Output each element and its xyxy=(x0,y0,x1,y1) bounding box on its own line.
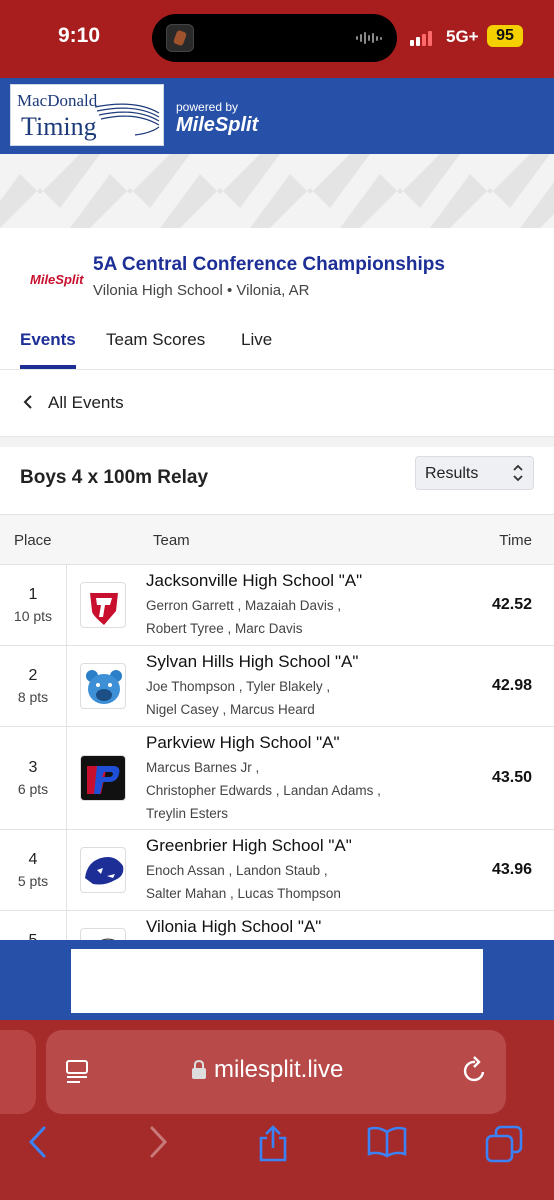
tab-events[interactable]: Events xyxy=(20,330,76,350)
athletes-line: Robert Tyree , Marc Davis xyxy=(146,621,303,636)
athletes-line: Salter Mahan , Lucas Thompson xyxy=(146,886,341,901)
table-row[interactable]: 4 5 pts Greenbrier High School "A" Enoch… xyxy=(0,830,554,911)
place: 5 xyxy=(0,932,66,940)
status-bar: 9:10 5G+ 95 xyxy=(0,0,554,78)
table-row[interactable]: 3 6 pts Parkview High School "A" Marcus … xyxy=(0,727,554,830)
browser-toolbar: milesplit.live xyxy=(0,1020,554,1200)
share-icon[interactable] xyxy=(256,1124,290,1167)
athletes-line: Treylin Esters xyxy=(146,806,229,821)
network-type: 5G+ xyxy=(446,27,479,46)
results-view-select[interactable]: Results xyxy=(415,456,534,490)
bookmarks-icon[interactable] xyxy=(366,1124,408,1165)
col-team: Team xyxy=(153,532,190,549)
forward-arrow-icon[interactable] xyxy=(146,1124,170,1165)
milesplit-header-logo[interactable]: MileSplit xyxy=(176,114,258,137)
meet-location: Vilonia High School • Vilonia, AR xyxy=(93,282,310,299)
address-bar[interactable]: milesplit.live xyxy=(46,1030,506,1114)
greenbrier-panther-logo xyxy=(80,847,126,893)
reader-mode-icon[interactable] xyxy=(64,1058,90,1089)
result-time: 42.98 xyxy=(491,677,532,694)
meet-title: 5A Central Conference Championships xyxy=(93,254,445,275)
chevron-left-icon xyxy=(22,393,34,416)
jacksonville-logo xyxy=(80,582,126,628)
team-name[interactable]: Parkview High School "A" xyxy=(146,733,339,753)
tab-team-scores[interactable]: Team Scores xyxy=(106,330,205,350)
meet-info: MileSplit 5A Central Conference Champion… xyxy=(0,228,554,370)
points: 10 pts xyxy=(13,608,53,624)
audio-waveform-icon xyxy=(356,30,382,46)
powered-by-label: powered by xyxy=(176,100,239,114)
table-row[interactable]: 5 Vilonia High School "A" xyxy=(0,911,554,940)
lock-icon xyxy=(191,1059,207,1085)
athletes-line: Christopher Edwards , Landan Adams , xyxy=(146,783,381,798)
place: 4 xyxy=(28,851,38,868)
dynamic-island[interactable] xyxy=(152,14,397,62)
up-down-chevron-icon xyxy=(512,462,524,487)
previous-tab-preview[interactable] xyxy=(0,1030,36,1114)
active-tab-indicator xyxy=(20,365,76,369)
sylvan-hills-bear-logo xyxy=(80,663,126,709)
athletes-line: Nigel Casey , Marcus Heard xyxy=(146,702,315,717)
select-value: Results xyxy=(425,465,479,482)
reload-icon[interactable] xyxy=(462,1056,488,1089)
ad-banner-area xyxy=(0,940,554,1020)
event-title: Boys 4 x 100m Relay xyxy=(20,467,209,488)
athletes-line: Joe Thompson , Tyler Blakely , xyxy=(146,679,331,694)
cellular-signal-icon xyxy=(410,28,432,46)
athletes-line: Enoch Assan , Landon Staub , xyxy=(146,863,328,878)
col-place: Place xyxy=(14,532,52,549)
battery-indicator: 95 xyxy=(487,25,523,47)
tab-live[interactable]: Live xyxy=(241,330,272,350)
points: 5 pts xyxy=(17,873,49,889)
place: 2 xyxy=(28,667,38,684)
athletes-line: Marcus Barnes Jr , xyxy=(146,760,260,775)
decorative-banner xyxy=(0,154,554,228)
tabs-icon[interactable] xyxy=(484,1124,524,1169)
now-playing-artwork xyxy=(166,24,194,52)
section-divider xyxy=(0,437,554,447)
team-name[interactable]: Sylvan Hills High School "A" xyxy=(146,652,358,672)
macdonald-timing-logo[interactable]: MacDonald Timing xyxy=(10,84,164,146)
points: 8 pts xyxy=(17,689,49,705)
result-time: 43.50 xyxy=(491,769,532,786)
site-header: MacDonald Timing powered by MileSplit xyxy=(0,78,554,154)
url-text[interactable]: milesplit.live xyxy=(214,1056,343,1084)
all-events-label: All Events xyxy=(48,393,124,412)
table-header: Place Team Time xyxy=(0,515,554,565)
table-row[interactable]: 2 8 pts Sylvan Hills High School "A" Joe… xyxy=(0,646,554,727)
ad-slot[interactable] xyxy=(71,949,483,1013)
team-name[interactable]: Greenbrier High School "A" xyxy=(146,836,352,856)
points: 6 pts xyxy=(17,781,49,797)
result-time: 42.52 xyxy=(491,596,532,613)
place: 1 xyxy=(28,586,38,603)
result-time: 43.96 xyxy=(491,861,532,878)
table-row[interactable]: 1 10 pts Jacksonville High School "A" Ge… xyxy=(0,565,554,646)
athletes-line: Gerron Garrett , Mazaiah Davis , xyxy=(146,598,342,613)
track-oval-icon xyxy=(94,103,160,136)
place: 3 xyxy=(28,759,38,776)
back-arrow-icon[interactable] xyxy=(26,1124,50,1165)
parkview-logo xyxy=(80,755,126,801)
col-time: Time xyxy=(499,532,532,549)
team-name[interactable]: Jacksonville High School "A" xyxy=(146,571,362,591)
results-table: Place Team Time 1 10 pts Jacksonville Hi… xyxy=(0,514,554,940)
team-name[interactable]: Vilonia High School "A" xyxy=(146,917,321,937)
meet-logo: MileSplit xyxy=(30,272,84,287)
all-events-link[interactable]: All Events xyxy=(0,371,554,437)
vilonia-eagle-logo xyxy=(80,928,126,940)
